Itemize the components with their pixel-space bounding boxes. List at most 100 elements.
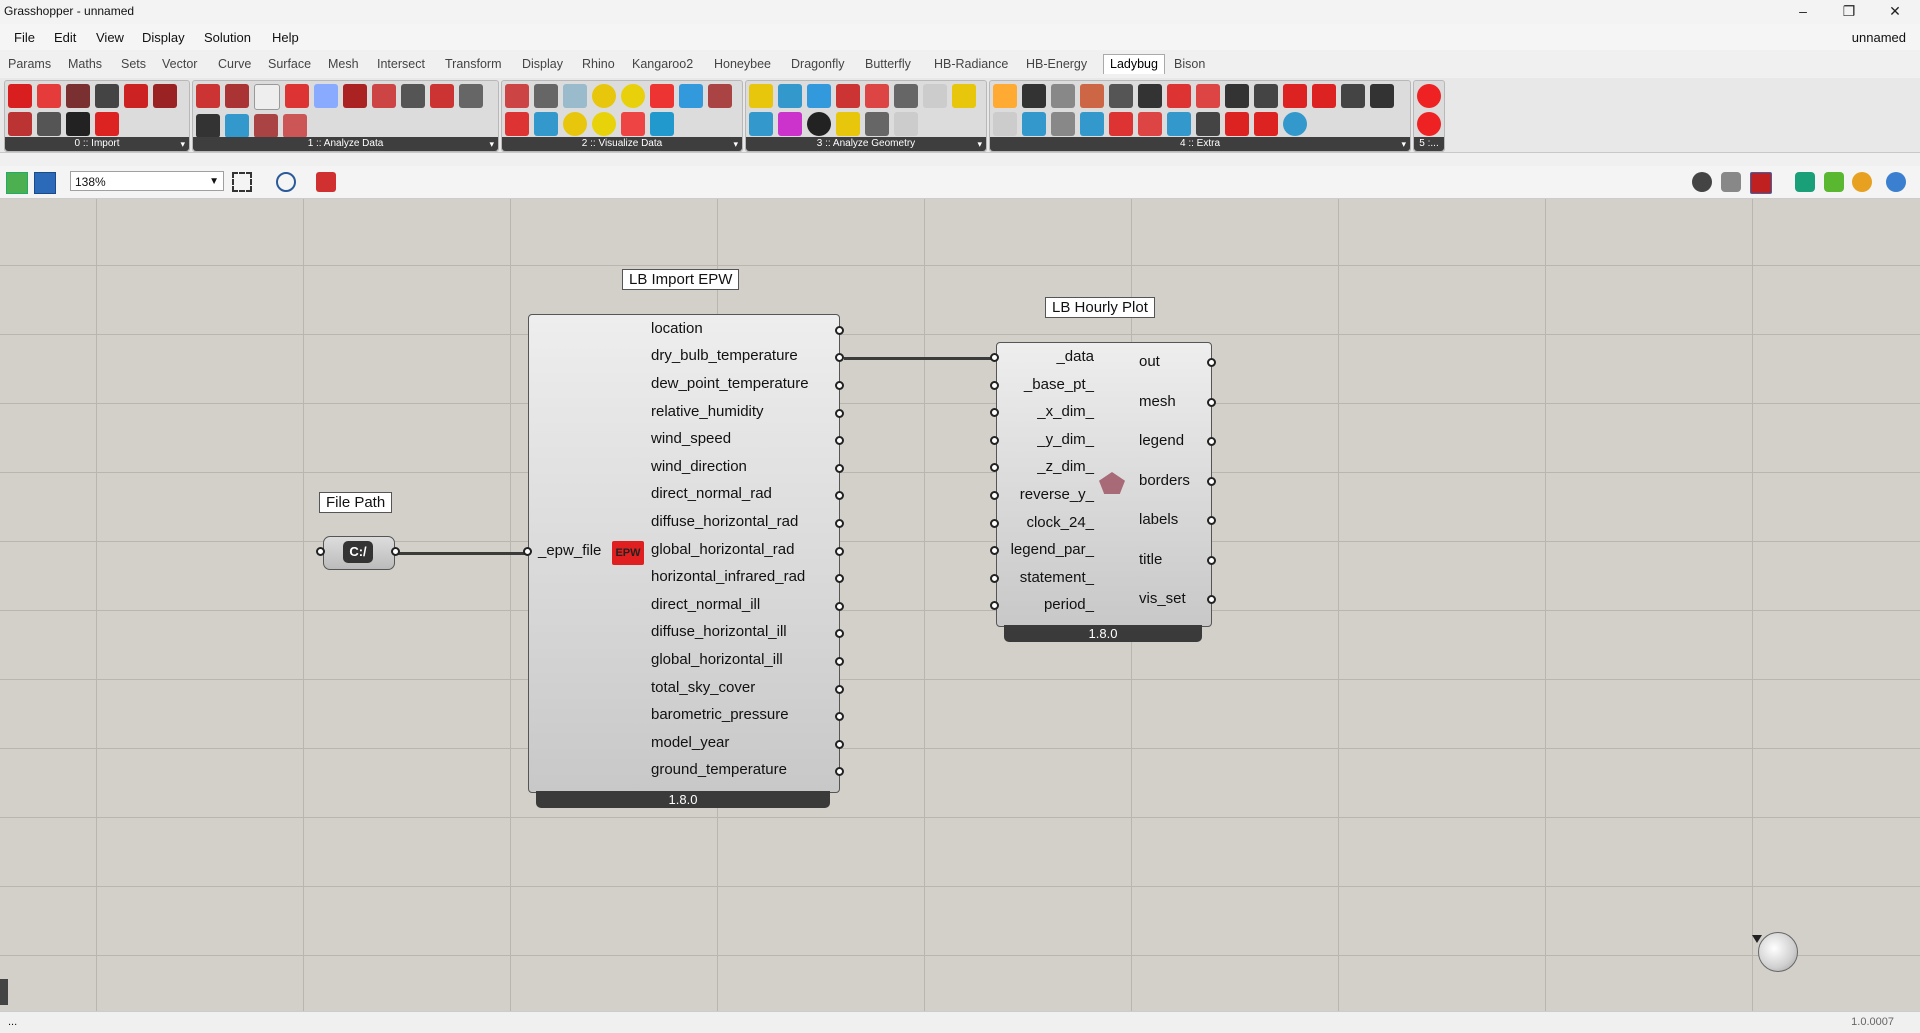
open-folder-icon[interactable] xyxy=(1254,112,1278,136)
dots-icon[interactable] xyxy=(1022,84,1046,108)
group-icon[interactable] xyxy=(1196,112,1220,136)
tab-bison[interactable]: Bison xyxy=(1174,57,1205,71)
tab-display[interactable]: Display xyxy=(522,57,563,71)
output-ground-temperature[interactable]: ground_temperature xyxy=(651,761,787,778)
clock-24-input-grip[interactable] xyxy=(990,519,999,528)
output-relative-humidity[interactable]: relative_humidity xyxy=(651,403,764,420)
arrow-person-icon[interactable] xyxy=(1225,84,1249,108)
tab-curve[interactable]: Curve xyxy=(218,57,251,71)
2d-icon[interactable] xyxy=(1051,112,1075,136)
si-icon[interactable] xyxy=(1196,84,1220,108)
legend-par-input-grip[interactable] xyxy=(990,546,999,555)
global-horizontal-ill-output-grip[interactable] xyxy=(835,657,844,666)
statement-input-grip[interactable] xyxy=(990,574,999,583)
search-icon[interactable] xyxy=(153,84,177,108)
input-legend-par[interactable]: legend_par_ xyxy=(1011,541,1094,558)
toggle-icon[interactable] xyxy=(1417,112,1441,136)
base-pt-input-grip[interactable] xyxy=(990,381,999,390)
preview-wire-icon[interactable] xyxy=(1721,172,1741,192)
color-set-icon[interactable] xyxy=(1022,112,1046,136)
sky-dome-icon[interactable] xyxy=(592,112,616,136)
input-z-dim[interactable]: _z_dim_ xyxy=(1037,458,1094,475)
model-year-output-grip[interactable] xyxy=(835,740,844,749)
dew-point-output-grip[interactable] xyxy=(835,381,844,390)
rose-icon[interactable] xyxy=(650,84,674,108)
camera-icon[interactable] xyxy=(1138,84,1162,108)
chart-icon[interactable] xyxy=(505,84,529,108)
wind-icon[interactable] xyxy=(621,112,645,136)
title-output-grip[interactable] xyxy=(1207,556,1216,565)
comfort-icon[interactable] xyxy=(343,84,367,108)
view-icon[interactable] xyxy=(807,84,831,108)
zoom-select[interactable]: 138% ▼ xyxy=(70,171,224,191)
x-dim-input-grip[interactable] xyxy=(990,408,999,417)
tab-rhino[interactable]: Rhino xyxy=(582,57,615,71)
person-icon[interactable] xyxy=(836,84,860,108)
output-global-horizontal-rad[interactable]: global_horizontal_rad xyxy=(651,541,794,558)
wind-profile-icon[interactable] xyxy=(865,112,889,136)
output-wind-direction[interactable]: wind_direction xyxy=(651,458,747,475)
input-base-pt[interactable]: _base_pt_ xyxy=(1024,376,1094,393)
input-clock-24[interactable]: clock_24_ xyxy=(1026,514,1094,531)
output-wind-speed[interactable]: wind_speed xyxy=(651,430,731,447)
tab-ladybug[interactable]: Ladybug xyxy=(1103,54,1165,74)
tab-params[interactable]: Params xyxy=(8,57,51,71)
tab-butterfly[interactable]: Butterfly xyxy=(865,57,911,71)
wind-direction-output-grip[interactable] xyxy=(835,464,844,473)
diffuse-horizontal-rad-output-grip[interactable] xyxy=(835,519,844,528)
mesh-output-grip[interactable] xyxy=(1207,398,1216,407)
close-button[interactable]: ✕ xyxy=(1872,0,1918,24)
legend-output-grip[interactable] xyxy=(1207,437,1216,446)
ground-temp-output-grip[interactable] xyxy=(835,767,844,776)
menu-file[interactable]: File xyxy=(14,30,35,45)
bar-chart-icon[interactable] xyxy=(708,84,732,108)
output-global-horizontal-ill[interactable]: global_horizontal_ill xyxy=(651,651,783,668)
tree-icon[interactable] xyxy=(1167,112,1191,136)
data-input-grip[interactable] xyxy=(990,353,999,362)
dry-bulb-output-grip[interactable] xyxy=(835,353,844,362)
sun-rose-icon[interactable] xyxy=(836,112,860,136)
hourly-plot-component[interactable]: _data _base_pt_ _x_dim_ _y_dim_ _z_dim_ … xyxy=(996,342,1212,627)
eye-icon[interactable] xyxy=(276,172,296,192)
epw-icon[interactable] xyxy=(37,84,61,108)
output-location[interactable]: location xyxy=(651,320,703,337)
stop-icon[interactable] xyxy=(1417,84,1441,108)
preview-shaded-icon[interactable] xyxy=(1750,172,1772,194)
open-file-icon[interactable] xyxy=(6,172,28,194)
lens-icon[interactable] xyxy=(1080,112,1104,136)
vis-set-output-grip[interactable] xyxy=(1207,595,1216,604)
c-to-f-icon[interactable] xyxy=(1167,84,1191,108)
dmh-icon[interactable] xyxy=(196,114,220,138)
tab-transform[interactable]: Transform xyxy=(445,57,502,71)
file-path-input-grip[interactable] xyxy=(316,547,325,556)
monthly-chart-icon[interactable] xyxy=(534,112,558,136)
menu-edit[interactable]: Edit xyxy=(54,30,76,45)
menu-view[interactable]: View xyxy=(96,30,124,45)
z-dim-input-grip[interactable] xyxy=(990,463,999,472)
location-icon[interactable] xyxy=(66,84,90,108)
input-x-dim[interactable]: _x_dim_ xyxy=(1037,403,1094,420)
menu-display[interactable]: Display xyxy=(142,30,185,45)
folder-icon[interactable] xyxy=(1312,84,1336,108)
labels-output-grip[interactable] xyxy=(1207,516,1216,525)
selected-only-icon[interactable] xyxy=(1795,172,1815,192)
import-epw-input-epw-file[interactable]: _epw_file xyxy=(538,542,601,559)
output-diffuse-horizontal-rad[interactable]: diffuse_horizontal_rad xyxy=(651,513,798,530)
tab-sets[interactable]: Sets xyxy=(121,57,146,71)
file-path-output-grip[interactable] xyxy=(391,547,400,556)
horizontal-infrared-output-grip[interactable] xyxy=(835,574,844,583)
sunpath-icon[interactable] xyxy=(592,84,616,108)
pressure-output-grip[interactable] xyxy=(835,712,844,721)
output-dew-point-temperature[interactable]: dew_point_temperature xyxy=(651,375,809,392)
input-period[interactable]: period_ xyxy=(1044,596,1094,613)
output-borders[interactable]: borders xyxy=(1139,472,1190,489)
stat-icon[interactable] xyxy=(66,112,90,136)
construct-location-icon[interactable] xyxy=(8,112,32,136)
direct-sun-icon[interactable] xyxy=(778,84,802,108)
shade-benefit-icon[interactable] xyxy=(894,84,918,108)
canvas-scroll-indicator[interactable] xyxy=(0,979,8,1005)
globe-icon[interactable] xyxy=(1283,112,1307,136)
preview-off-icon[interactable] xyxy=(1692,172,1712,192)
apply-analysis-period-icon[interactable] xyxy=(225,84,249,108)
direct-normal-ill-output-grip[interactable] xyxy=(835,602,844,611)
